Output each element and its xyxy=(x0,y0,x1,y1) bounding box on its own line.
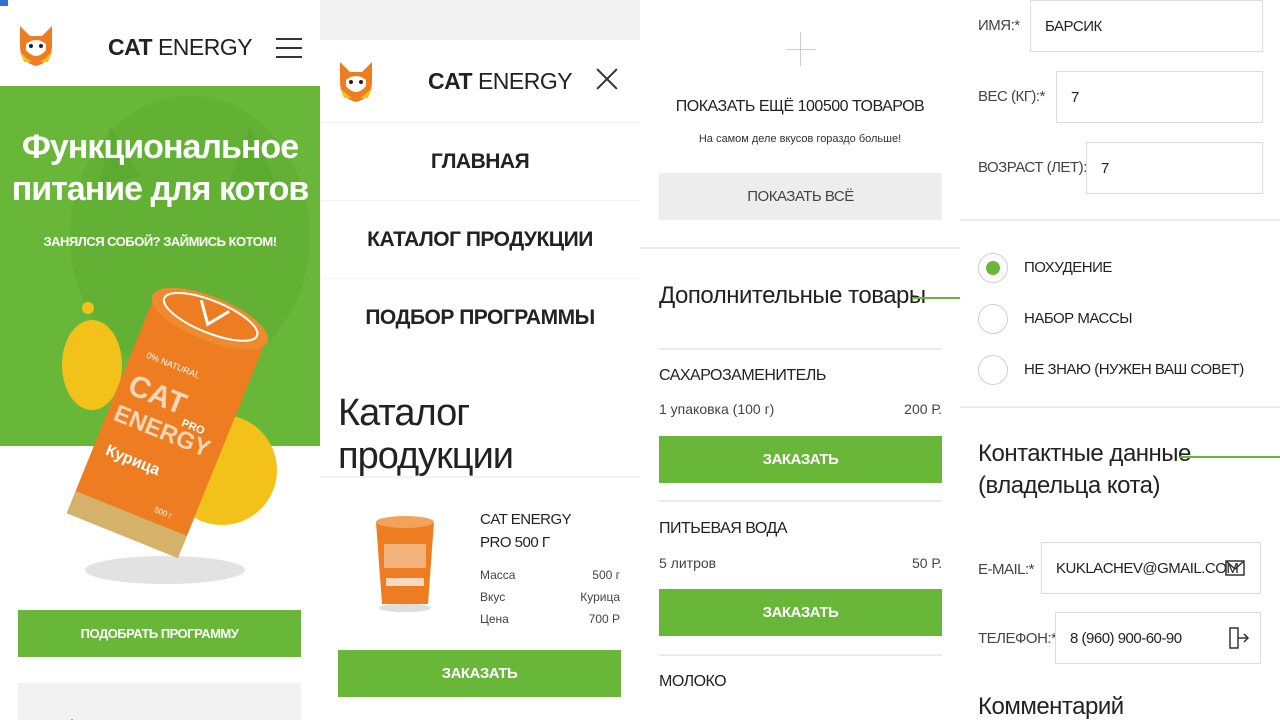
plus-icon[interactable] xyxy=(786,32,816,66)
item-price: 50 Р. xyxy=(911,555,942,571)
cat-logo-icon[interactable] xyxy=(16,22,56,68)
weight-label: ВЕС (КГ):* xyxy=(978,88,1045,105)
catalog-title: Каталог продукции xyxy=(338,392,514,477)
order-button[interactable]: ЗАКАЗАТЬ xyxy=(659,436,942,483)
item-name: МОЛОКО xyxy=(659,673,727,690)
age-label: ВОЗРАСТ (ЛЕТ): xyxy=(978,159,1087,176)
show-all-button[interactable]: ПОКАЗАТЬ ВСЁ xyxy=(659,173,942,220)
radio-weight-gain[interactable] xyxy=(978,304,1008,334)
nav-item-catalog[interactable]: КАТАЛОГ ПРОДУКЦИИ xyxy=(320,201,640,278)
hero-title: Функциональное питание для котов xyxy=(11,128,310,208)
phone-label: ТЕЛЕФОН:* xyxy=(978,630,1057,647)
header: CAT ENERGY xyxy=(320,40,640,122)
product-can-image: 0% NATURAL CAT PRO ENERGY Курица 500 г xyxy=(62,287,277,584)
order-button[interactable]: ЗАКАЗАТЬ xyxy=(338,650,621,697)
menu-burger-icon[interactable] xyxy=(276,38,302,58)
menu-screen: CAT ENERGY ГЛАВНАЯ КАТАЛОГ ПРОДУКЦИИ ПОД… xyxy=(320,0,640,720)
divider xyxy=(659,500,942,502)
radio-need-advice[interactable] xyxy=(978,355,1008,385)
name-input[interactable]: БАРСИК xyxy=(1030,0,1263,52)
extra-products-title: Дополнительные товары xyxy=(659,282,926,309)
divider xyxy=(640,247,960,249)
divider xyxy=(659,654,942,656)
accent-line xyxy=(912,297,960,299)
nav-item-home[interactable]: ГЛАВНАЯ xyxy=(320,123,640,200)
email-icon xyxy=(1225,560,1245,576)
item-name: ПИТЬЕВАЯ ВОДА xyxy=(659,520,788,537)
catalog-heading-block: Каталог продукции xyxy=(320,356,640,477)
choose-program-button[interactable]: ПОДОБРАТЬ ПРОГРАММУ xyxy=(18,610,301,657)
corner-marker xyxy=(0,0,8,6)
name-label: ИМЯ:* xyxy=(978,17,1020,34)
item-quantity: 5 литров xyxy=(659,555,717,571)
brand-name: CAT ENERGY xyxy=(108,34,253,60)
radio-label: ПОХУДЕНИЕ xyxy=(1024,259,1112,276)
cat-logo-icon[interactable] xyxy=(336,58,376,104)
radio-label: НАБОР МАССЫ xyxy=(1024,310,1132,327)
nav-item-program[interactable]: ПОДБОР ПРОГРАММЫ xyxy=(320,279,640,356)
email-label: E-MAIL:* xyxy=(978,561,1035,578)
close-menu-icon[interactable] xyxy=(596,68,618,90)
phone-icon xyxy=(1229,627,1250,649)
home-screen: CAT ENERGY Функциональное питание для ко… xyxy=(0,0,320,720)
divider xyxy=(960,219,1280,221)
radio-weight-loss[interactable] xyxy=(978,253,1008,283)
header: CAT ENERGY xyxy=(0,8,320,86)
age-input[interactable]: 7 xyxy=(1086,142,1263,194)
radio-label: НЕ ЗНАЮ (НУЖЕН ВАШ СОВЕТ) xyxy=(1024,361,1244,378)
product-name: CAT ENERGY PRO 500 Г xyxy=(480,511,572,551)
comment-title: Комментарий xyxy=(978,693,1124,720)
catalog-screen: ПОКАЗАТЬ ЕЩЁ 100500 ТОВАРОВ На самом дел… xyxy=(640,0,960,720)
hero-subtitle: ЗАНЯЛСЯ СОБОЙ? ЗАЙМИСЬ КОТОМ! xyxy=(43,234,277,249)
divider xyxy=(960,406,1280,408)
item-quantity: 1 упаковка (100 г) xyxy=(659,401,775,417)
divider xyxy=(659,348,942,350)
brand-name: CAT ENERGY xyxy=(428,68,573,94)
accent-line xyxy=(1180,456,1280,458)
program-form-screen: ИМЯ:* БАРСИК ВЕС (КГ):* 7 ВОЗРАСТ (ЛЕТ):… xyxy=(960,0,1280,720)
show-more-subtitle: На самом деле вкусов гораздо больше! xyxy=(698,133,902,145)
program-icon xyxy=(71,719,73,720)
contact-title: Контактные данные (владельца кота) xyxy=(978,440,1191,499)
next-section-card xyxy=(18,683,301,720)
item-price: 200 Р. xyxy=(904,401,942,417)
show-more-title[interactable]: ПОКАЗАТЬ ЕЩЁ 100500 ТОВАРОВ xyxy=(640,98,960,116)
order-button[interactable]: ЗАКАЗАТЬ xyxy=(659,589,942,636)
item-name: САХАРОЗАМЕНИТЕЛЬ xyxy=(659,367,826,384)
product-can-thumbnail xyxy=(376,516,434,612)
weight-input[interactable]: 7 xyxy=(1056,71,1263,123)
product-card: CAT ENERGY PRO 500 Г Масса 500 г Вкус Кури… xyxy=(320,478,640,720)
